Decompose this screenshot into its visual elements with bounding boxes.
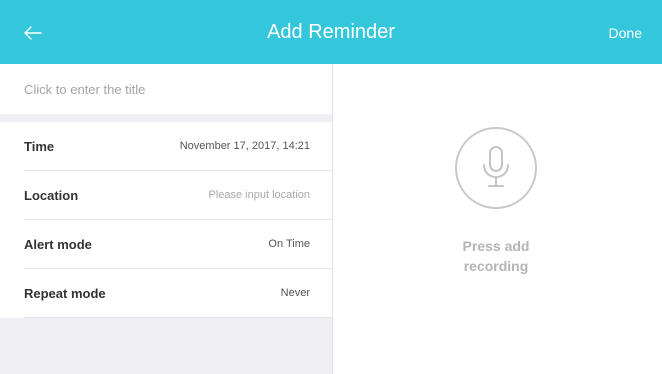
app-header: Add Reminder Done [0, 0, 662, 64]
time-value: November 17, 2017, 14:21 [179, 140, 310, 152]
alert-mode-row[interactable]: Alert mode On Time [24, 220, 332, 269]
repeat-mode-value: Never [280, 287, 310, 299]
repeat-mode-label: Repeat mode [24, 285, 106, 301]
reminder-form-panel: Time November 17, 2017, 14:21 Location P… [0, 64, 333, 374]
location-value: Please input location [208, 189, 310, 201]
alert-mode-value: On Time [268, 238, 310, 250]
back-button[interactable] [18, 18, 48, 48]
recording-panel: Press add recording [334, 64, 662, 374]
repeat-mode-row[interactable]: Repeat mode Never [24, 269, 332, 318]
record-prompt-line-1: Press add [462, 238, 530, 254]
record-prompt-line-2: recording [463, 258, 529, 274]
time-row[interactable]: Time November 17, 2017, 14:21 [24, 122, 332, 171]
location-label: Location [24, 187, 79, 203]
page-title: Add Reminder [267, 21, 395, 43]
time-label: Time [24, 138, 55, 154]
microphone-icon [483, 146, 509, 187]
alert-mode-label: Alert mode [24, 236, 92, 252]
title-input[interactable] [0, 64, 332, 114]
record-prompt: Press add recording [398, 236, 594, 276]
location-row[interactable]: Location Please input location [24, 171, 332, 220]
done-button[interactable]: Done [609, 0, 642, 64]
record-button[interactable] [455, 127, 537, 209]
back-arrow-icon [24, 26, 42, 40]
reminder-fields: Time November 17, 2017, 14:21 Location P… [0, 122, 332, 318]
